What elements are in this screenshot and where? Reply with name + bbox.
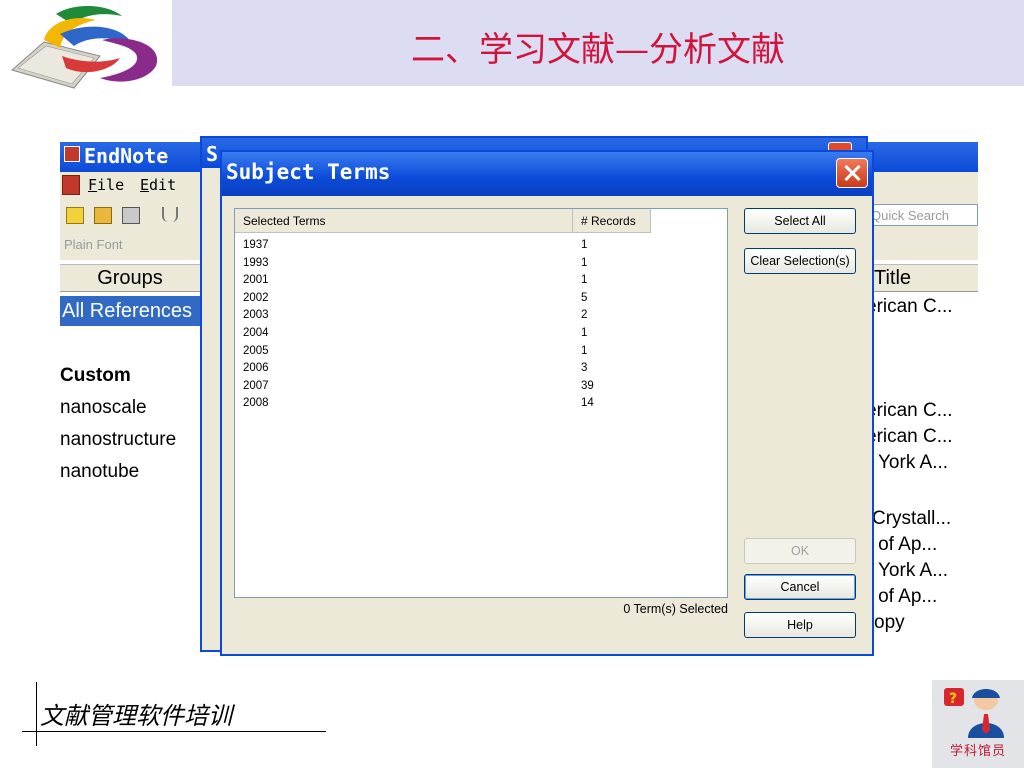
reference-title[interactable]: Crystall... xyxy=(872,508,951,530)
font-selector[interactable]: Plain Font xyxy=(64,237,123,252)
dialog-title: Subject Terms xyxy=(226,160,391,184)
table-row[interactable]: 2007 39 xyxy=(243,378,723,396)
custom-groups-header: Custom xyxy=(60,365,131,386)
background-dialog-title: S xyxy=(206,142,219,166)
quick-search-input[interactable]: Quick Search xyxy=(866,204,978,226)
new-file-icon[interactable] xyxy=(66,207,84,224)
dialog-titlebar[interactable]: Subject Terms xyxy=(222,152,872,196)
reference-title[interactable]: York A... xyxy=(878,560,948,582)
title-column-header[interactable]: Title xyxy=(866,264,978,292)
open-folder-icon[interactable] xyxy=(94,207,112,224)
group-item[interactable]: nanoscale xyxy=(60,397,147,419)
help-button[interactable]: Help xyxy=(744,612,856,638)
footer-caption: 文献管理软件培训 xyxy=(40,702,232,730)
table-row[interactable]: 2001 1 xyxy=(243,272,723,290)
reference-title[interactable]: York A... xyxy=(878,452,948,474)
close-icon[interactable] xyxy=(836,158,868,188)
cut-icon[interactable] xyxy=(162,207,178,222)
clear-selection-button[interactable]: Clear Selection(s) xyxy=(744,248,856,274)
endnote-doc-icon xyxy=(62,175,80,195)
endnote-app-icon xyxy=(64,146,80,162)
print-icon[interactable] xyxy=(122,207,140,224)
footer-divider-vertical xyxy=(36,682,37,746)
subject-librarian-badge: ? 学科馆员 xyxy=(932,680,1024,768)
badge-caption: 学科馆员 xyxy=(949,744,1006,759)
table-row[interactable]: 1993 1 xyxy=(243,255,723,273)
slide-title: 二、学习文献—分析文献 xyxy=(411,30,785,70)
footer-divider-horizontal xyxy=(22,731,326,732)
table-row[interactable]: 2006 3 xyxy=(243,360,723,378)
endnote-window-title: EndNote xyxy=(64,144,168,168)
reference-title[interactable]: opy xyxy=(874,612,905,632)
menu-edit[interactable]: Edit xyxy=(140,176,176,194)
table-row[interactable]: 1937 1 xyxy=(243,237,723,255)
terms-list[interactable]: Selected Terms # Records 1937 1 1993 1 200… xyxy=(234,208,728,598)
table-row[interactable]: 2002 5 xyxy=(243,290,723,308)
reference-title[interactable]: erican C... xyxy=(866,400,953,422)
terms-rows: 1937 1 1993 1 2001 1 2002 5 2003 2 2004 1 2005… xyxy=(243,237,723,413)
groups-header: Groups xyxy=(60,264,200,292)
table-row[interactable]: 2008 14 xyxy=(243,395,723,413)
reference-title[interactable]: erican C... xyxy=(866,426,953,448)
ok-button[interactable]: OK xyxy=(744,538,856,564)
group-item[interactable]: nanostructure xyxy=(60,429,176,451)
librarian-avatar-icon: ? xyxy=(944,688,1004,738)
subject-terms-dialog: Subject Terms Selected Terms # Records 1… xyxy=(220,150,874,656)
group-item[interactable]: nanotube xyxy=(60,461,139,483)
group-all-references[interactable]: All References xyxy=(60,296,204,326)
table-row[interactable]: 2005 1 xyxy=(243,343,723,361)
reference-title[interactable]: erican C... xyxy=(866,296,953,318)
library-logo-icon xyxy=(10,5,158,89)
table-row[interactable]: 2003 2 xyxy=(243,307,723,325)
column-header-terms[interactable]: Selected Terms xyxy=(235,209,573,233)
select-all-button[interactable]: Select All xyxy=(744,208,856,234)
cancel-button[interactable]: Cancel xyxy=(744,574,856,600)
svg-text:?: ? xyxy=(949,691,957,707)
selection-status: 0 Term(s) Selected xyxy=(623,602,728,616)
table-row[interactable]: 2004 1 xyxy=(243,325,723,343)
menu-file[interactable]: File xyxy=(88,176,124,194)
column-header-records[interactable]: # Records xyxy=(573,209,651,233)
